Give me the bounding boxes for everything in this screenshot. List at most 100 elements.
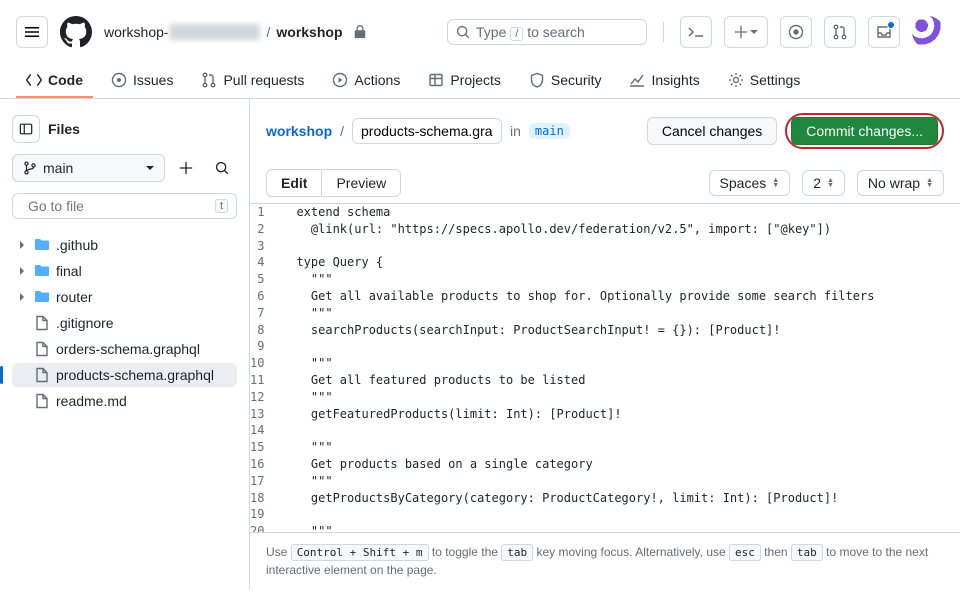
file-filter-input[interactable] bbox=[28, 198, 209, 214]
user-avatar[interactable] bbox=[912, 16, 944, 48]
command-palette-button[interactable] bbox=[680, 16, 712, 48]
code-line[interactable] bbox=[280, 506, 960, 523]
tree-item[interactable]: orders-schema.graphql bbox=[12, 337, 237, 361]
lock-icon bbox=[353, 25, 367, 39]
tree-item-label: router bbox=[56, 289, 93, 305]
commit-highlight: Commit changes... bbox=[785, 113, 944, 149]
chevron-right-icon bbox=[16, 293, 28, 301]
nav-actions[interactable]: Actions bbox=[322, 64, 410, 98]
search-icon bbox=[456, 25, 470, 39]
add-file-button[interactable] bbox=[171, 153, 201, 183]
tree-item-label: final bbox=[56, 263, 82, 279]
wrap-mode-select[interactable]: No wrap ▲▼ bbox=[857, 170, 944, 196]
code-line[interactable]: @link(url: "https://specs.apollo.dev/fed… bbox=[280, 221, 960, 238]
search-files-button[interactable] bbox=[207, 153, 237, 183]
tab-edit[interactable]: Edit bbox=[267, 170, 322, 196]
code-line[interactable]: """ bbox=[280, 355, 960, 372]
code-line[interactable]: extend schema bbox=[280, 204, 960, 221]
code-line[interactable]: """ bbox=[280, 389, 960, 406]
code-line[interactable] bbox=[280, 422, 960, 439]
code-line[interactable]: Get all available products to shop for. … bbox=[280, 288, 960, 305]
code-editor[interactable]: 1extend schema2 @link(url: "https://spec… bbox=[250, 203, 960, 532]
shield-icon bbox=[529, 72, 545, 88]
global-search[interactable]: Type / to search bbox=[447, 19, 647, 45]
indent-mode-select[interactable]: Spaces ▲▼ bbox=[709, 170, 791, 196]
code-line[interactable] bbox=[280, 338, 960, 355]
issues-button[interactable] bbox=[780, 16, 812, 48]
sidebar-collapse-button[interactable] bbox=[12, 115, 40, 143]
tree-item-label: readme.md bbox=[56, 393, 127, 409]
tree-item[interactable]: final bbox=[12, 259, 237, 283]
create-new-button[interactable] bbox=[724, 16, 768, 48]
repo-link[interactable]: workshop bbox=[276, 24, 342, 40]
tree-item-label: orders-schema.graphql bbox=[56, 341, 200, 357]
indent-size-select[interactable]: 2 ▲▼ bbox=[802, 170, 845, 196]
code-line[interactable]: getProductsByCategory(category: ProductC… bbox=[280, 490, 960, 507]
tree-item[interactable]: .github bbox=[12, 233, 237, 257]
breadcrumb-top: workshop-xxxxxxxx xxxx / workshop bbox=[104, 24, 367, 40]
code-line[interactable]: type Query { bbox=[280, 254, 960, 271]
caret-down-icon bbox=[146, 164, 154, 172]
branch-select[interactable]: main bbox=[12, 154, 165, 182]
pull-requests-button[interactable] bbox=[824, 16, 856, 48]
code-line[interactable]: """ bbox=[280, 473, 960, 490]
plus-icon bbox=[179, 161, 193, 175]
code-line[interactable]: searchProducts(searchInput: ProductSearc… bbox=[280, 322, 960, 339]
code-line[interactable]: Get all featured products to be listed bbox=[280, 372, 960, 389]
folder-icon bbox=[34, 263, 50, 279]
github-logo-icon[interactable] bbox=[60, 16, 92, 48]
code-line[interactable]: """ bbox=[280, 271, 960, 288]
tab-preview[interactable]: Preview bbox=[322, 170, 400, 196]
editor-content: workshop / in main Cancel changes Commit… bbox=[250, 99, 960, 589]
file-tree: .github final router .gitignore orders-schem… bbox=[12, 233, 237, 413]
pr-icon bbox=[201, 72, 217, 88]
chevron-right-icon bbox=[16, 267, 28, 275]
nav-issues[interactable]: Issues bbox=[101, 64, 183, 98]
search-icon bbox=[215, 161, 229, 175]
nav-projects[interactable]: Projects bbox=[418, 64, 511, 98]
inbox-button[interactable] bbox=[868, 16, 900, 48]
updown-icon: ▲▼ bbox=[772, 178, 779, 188]
file-filter[interactable]: t bbox=[12, 193, 237, 219]
nav-insights[interactable]: Insights bbox=[619, 64, 709, 98]
code-line[interactable]: """ bbox=[280, 523, 960, 531]
keyboard-hint: Use Control + Shift + m to toggle the ta… bbox=[250, 532, 960, 590]
nav-security[interactable]: Security bbox=[519, 64, 612, 98]
hamburger-button[interactable] bbox=[16, 16, 48, 48]
gear-icon bbox=[728, 72, 744, 88]
caret-down-icon bbox=[750, 28, 758, 36]
code-line[interactable]: Get products based on a single category bbox=[280, 456, 960, 473]
line-number: 7 bbox=[250, 305, 280, 322]
line-number: 19 bbox=[250, 506, 280, 523]
chevron-right-icon bbox=[16, 241, 28, 249]
line-number: 18 bbox=[250, 490, 280, 507]
nav-pull-requests[interactable]: Pull requests bbox=[191, 64, 314, 98]
file-sidebar: Files main t .github final router .gitignor… bbox=[0, 99, 250, 589]
cancel-changes-button[interactable]: Cancel changes bbox=[647, 117, 777, 145]
notification-dot bbox=[887, 21, 895, 29]
code-line[interactable]: getFeaturedProducts(limit: Int): [Produc… bbox=[280, 406, 960, 423]
editor-tabs: Edit Preview bbox=[266, 169, 401, 197]
code-line[interactable] bbox=[280, 238, 960, 255]
tree-item[interactable]: .gitignore bbox=[12, 311, 237, 335]
breadcrumb-repo-link[interactable]: workshop bbox=[266, 123, 332, 139]
pr-icon bbox=[832, 24, 848, 40]
updown-icon: ▲▼ bbox=[926, 178, 933, 188]
in-label: in bbox=[510, 123, 521, 139]
tree-item[interactable]: readme.md bbox=[12, 389, 237, 413]
owner-link[interactable]: workshop-xxxxxxxx xxxx bbox=[104, 24, 260, 40]
code-icon bbox=[26, 72, 42, 88]
nav-code[interactable]: Code bbox=[16, 64, 93, 98]
hamburger-icon bbox=[24, 24, 40, 40]
nav-settings[interactable]: Settings bbox=[718, 64, 811, 98]
tree-item[interactable]: router bbox=[12, 285, 237, 309]
breadcrumb-separator: / bbox=[340, 123, 344, 139]
commit-changes-button[interactable]: Commit changes... bbox=[791, 117, 938, 145]
code-line[interactable]: """ bbox=[280, 439, 960, 456]
tree-item[interactable]: products-schema.graphql bbox=[12, 363, 237, 387]
code-line[interactable]: """ bbox=[280, 305, 960, 322]
filename-input[interactable] bbox=[352, 118, 502, 144]
line-number: 10 bbox=[250, 355, 280, 372]
file-icon bbox=[34, 341, 50, 357]
sidebar-title: Files bbox=[48, 121, 80, 137]
